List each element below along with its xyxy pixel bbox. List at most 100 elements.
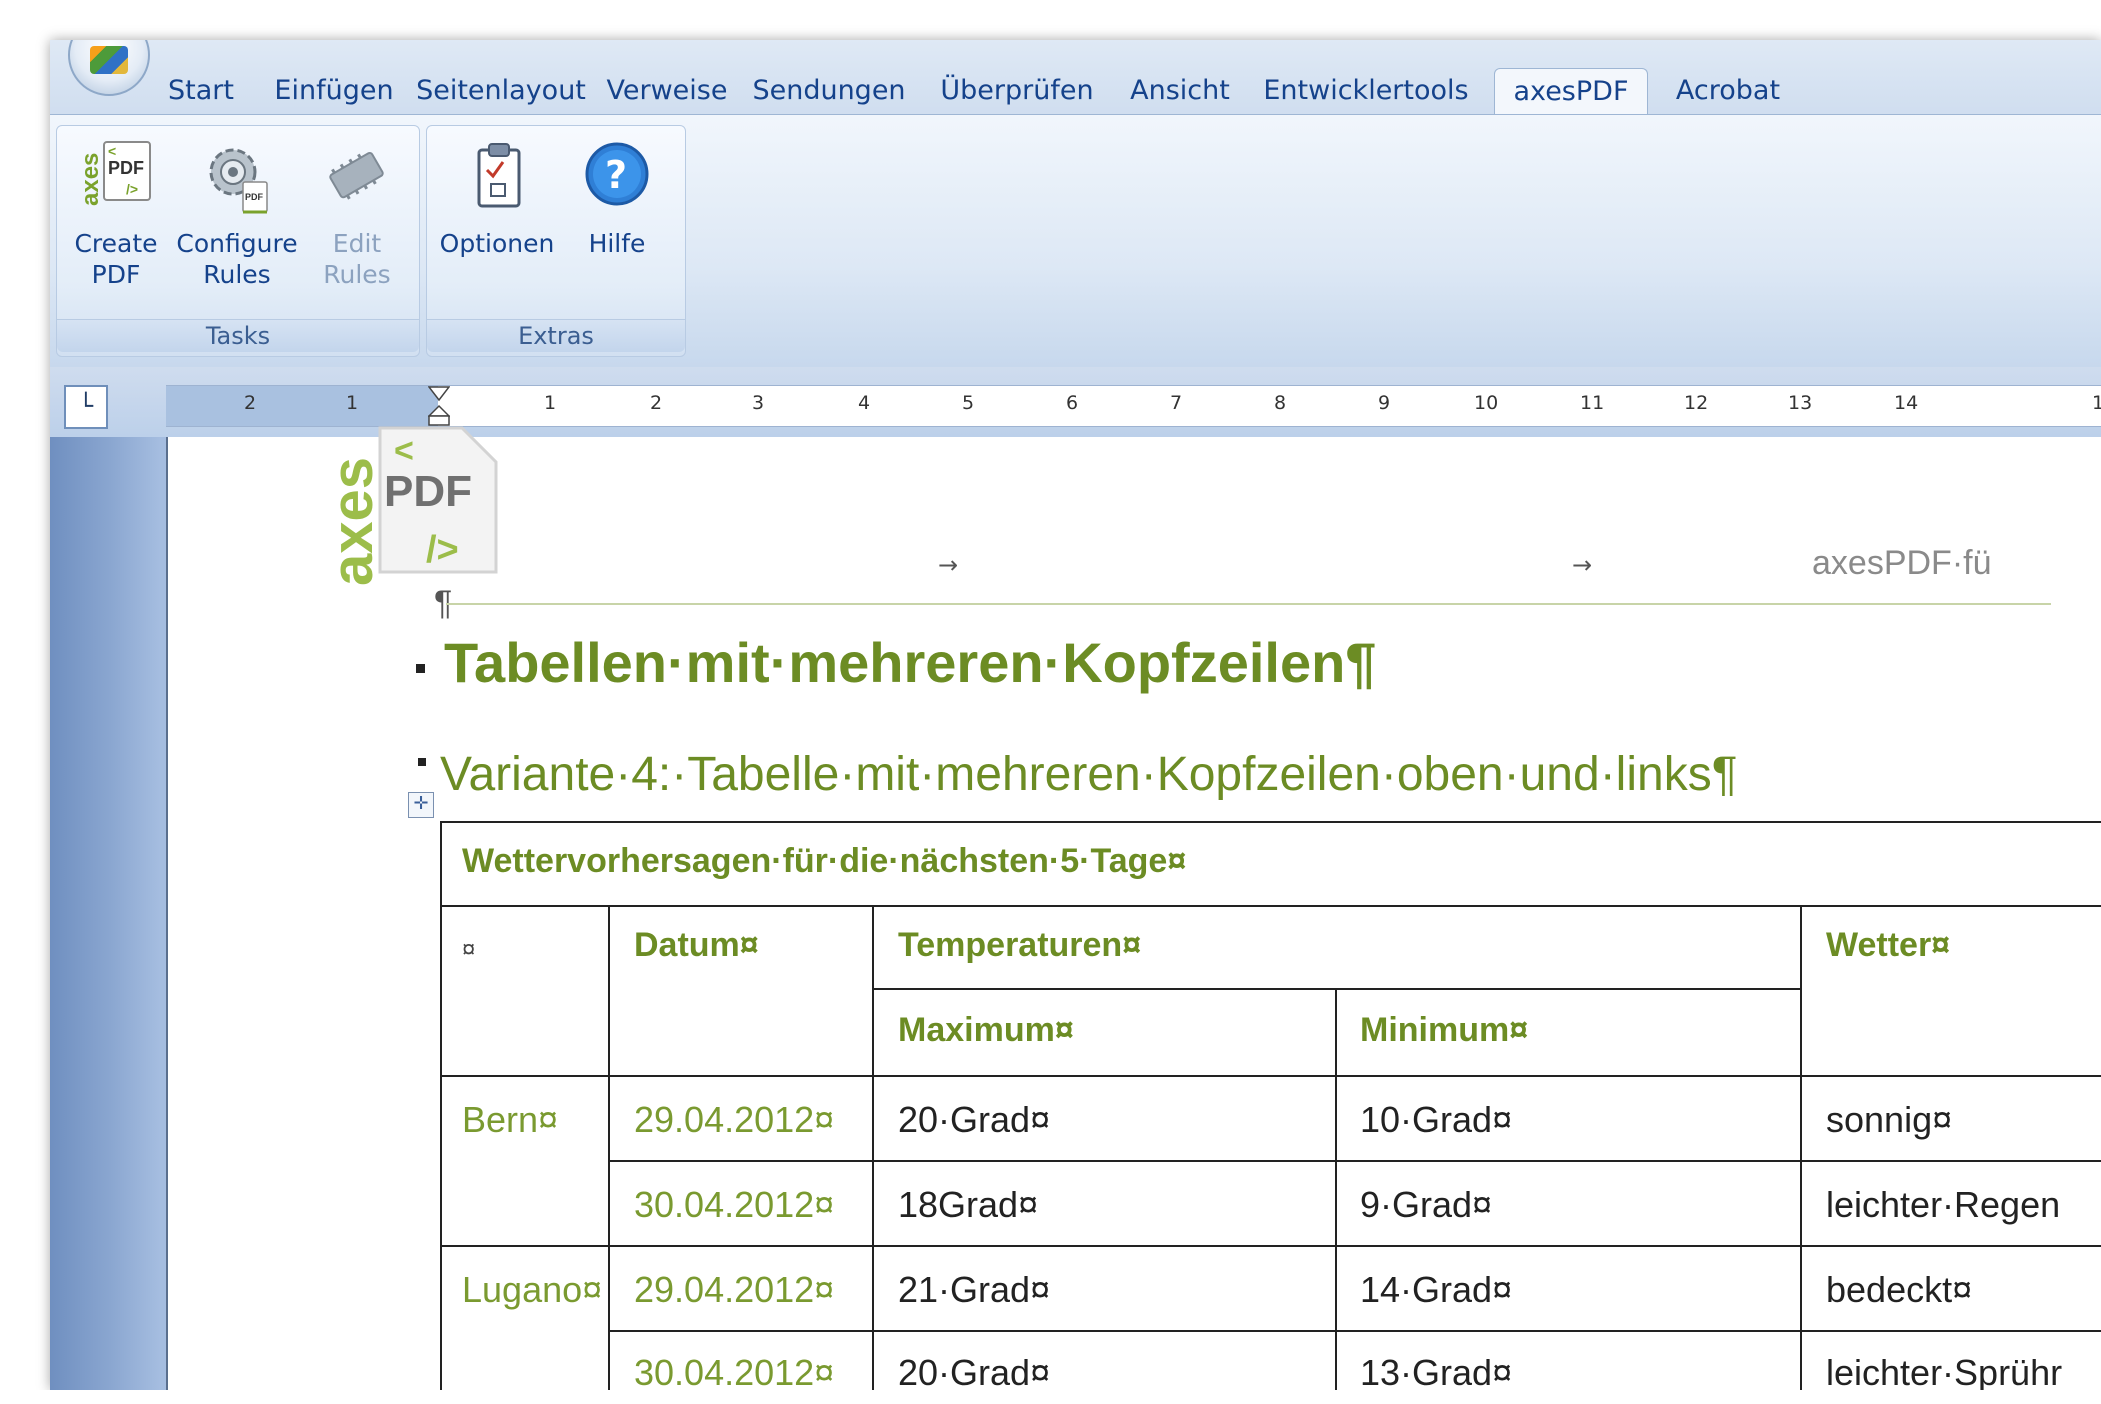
ruler-number: 8 [1274, 392, 1287, 414]
optionen-button[interactable]: Optionen [433, 136, 561, 259]
tab-stop-selector[interactable]: └ [64, 385, 108, 429]
ruler-number: 10 [1474, 392, 1499, 414]
ribbon-tab-bar: Start Einfügen Seitenlayout Verweise Sen… [50, 40, 2101, 118]
table-cell-min: 13·Grad¤ [1360, 1352, 1513, 1393]
table-cell-max: 18Grad¤ [898, 1184, 1039, 1225]
ruler-number: 3 [752, 392, 765, 414]
heading-1[interactable]: Tabellen·mit·mehreren·Kopfzeilen¶ [444, 630, 1376, 695]
table-border [440, 821, 2101, 823]
edit-rules-label-1: Edit [332, 229, 382, 258]
table-cell-date: 29.04.2012¤ [634, 1269, 835, 1310]
column-header-minimum: Minimum¤ [1360, 1011, 1529, 1049]
ribbon-group-label-tasks: Tasks [57, 319, 419, 352]
configure-rules-label-1: Configure [176, 229, 298, 258]
table-border [440, 905, 2101, 907]
table-border [608, 905, 610, 1390]
row-header-city: Bern¤ [462, 1099, 559, 1140]
svg-text:?: ? [605, 153, 627, 197]
tab-start[interactable]: Start [146, 68, 256, 114]
tab-ueberpruefen[interactable]: Überprüfen [926, 68, 1108, 114]
configure-rules-label-2: Rules [203, 260, 271, 289]
column-header-wetter: Wetter¤ [1826, 926, 1951, 964]
table-border [608, 1160, 2101, 1162]
table-move-handle-icon[interactable]: ✛ [408, 792, 434, 818]
ribbon-panel: PDF < /> axes Create PDF PDF Configure R… [50, 114, 2101, 368]
table-cell-min: 9·Grad¤ [1360, 1184, 1493, 1225]
indent-marker-icon[interactable] [428, 386, 450, 426]
tab-mark: → [938, 551, 959, 579]
tab-sendungen[interactable]: Sendungen [744, 68, 914, 114]
table-border [440, 1245, 2101, 1247]
office-logo-icon [90, 46, 128, 74]
tab-verweise[interactable]: Verweise [602, 68, 732, 114]
table-border [872, 905, 874, 1390]
table-cell-wetter: sonnig¤ [1826, 1099, 1953, 1140]
ruler-number: 14 [1894, 392, 1919, 414]
ruler-left-margin [166, 386, 438, 426]
optionen-label: Optionen [439, 229, 555, 258]
table-cell-date: 30.04.2012¤ [634, 1184, 835, 1225]
ruler-number: 12 [1684, 392, 1709, 414]
table-cell-min: 14·Grad¤ [1360, 1269, 1513, 1310]
ruler-number: 6 [1066, 392, 1079, 414]
chip-icon [319, 136, 395, 222]
gear-icon: PDF [199, 136, 275, 222]
table-cell-date: 29.04.2012¤ [634, 1099, 835, 1140]
ribbon-group-extras: Optionen ? Hilfe Extras [426, 125, 686, 357]
paragraph-mark [416, 664, 425, 673]
pdf-document-logo-icon: < PDF /> [378, 426, 498, 574]
ruler-number: 13 [1788, 392, 1813, 414]
table-cell-max: 20·Grad¤ [898, 1352, 1051, 1393]
heading-2[interactable]: Variante·4:·Tabelle·mit·mehreren·Kopfzei… [440, 747, 1737, 802]
document-page[interactable] [166, 437, 2101, 1390]
help-icon: ? [579, 136, 655, 222]
ruler-number: 1 [2092, 392, 2101, 414]
ruler-number: 4 [858, 392, 871, 414]
ruler-number: 5 [962, 392, 975, 414]
tab-ansicht[interactable]: Ansicht [1120, 68, 1240, 114]
header-rule [446, 603, 2051, 605]
create-pdf-button[interactable]: PDF < /> axes Create PDF [63, 136, 169, 290]
edit-rules-button[interactable]: Edit Rules [307, 136, 407, 290]
table-border [440, 1075, 2101, 1077]
row-header-city: Lugano¤ [462, 1269, 603, 1310]
tab-mark: → [1572, 551, 1593, 579]
column-header-datum: Datum¤ [634, 926, 759, 964]
clipboard-checklist-icon [459, 136, 535, 222]
table-corner-cell: ¤ [462, 936, 476, 963]
create-pdf-label-2: PDF [91, 260, 141, 289]
column-header-temperaturen: Temperaturen¤ [898, 926, 1142, 964]
ribbon-group-label-extras: Extras [427, 319, 685, 352]
tab-entwicklertools[interactable]: Entwicklertools [1252, 68, 1480, 114]
horizontal-ruler[interactable]: 2 1 1 2 3 4 5 6 7 8 9 10 11 12 13 14 1 [166, 385, 2101, 427]
table-border [1335, 988, 1337, 1390]
table-cell-wetter: leichter·Regen [1826, 1184, 2061, 1225]
svg-text:/>: /> [126, 181, 138, 197]
ruler-number: 2 [244, 392, 257, 414]
axespdf-logo-icon: PDF < /> axes [77, 136, 154, 222]
tab-axespdf[interactable]: axesPDF [1494, 68, 1648, 115]
table-border [608, 1330, 2101, 1332]
ruler-number: 11 [1580, 392, 1605, 414]
table-cell-max: 21·Grad¤ [898, 1269, 1051, 1310]
paragraph-mark [418, 758, 426, 766]
table-cell-max: 20·Grad¤ [898, 1099, 1051, 1140]
svg-text:PDF: PDF [245, 192, 264, 202]
ruler-number: 1 [544, 392, 557, 414]
ruler-number: 7 [1170, 392, 1183, 414]
svg-text:<: < [108, 143, 116, 159]
table-cell-wetter: bedeckt¤ [1826, 1269, 1973, 1310]
svg-text:axes: axes [78, 153, 104, 206]
svg-text:axes: axes [326, 457, 378, 586]
edit-rules-label-2: Rules [323, 260, 391, 289]
hilfe-button[interactable]: ? Hilfe [565, 136, 669, 259]
word-window: Start Einfügen Seitenlayout Verweise Sen… [50, 40, 2101, 1390]
table-cell-wetter: leichter·Sprühr [1826, 1352, 2063, 1393]
configure-rules-button[interactable]: PDF Configure Rules [169, 136, 305, 290]
tab-einfuegen[interactable]: Einfügen [268, 68, 400, 114]
svg-text:PDF: PDF [384, 467, 472, 516]
tab-acrobat[interactable]: Acrobat [1660, 68, 1796, 114]
tab-seitenlayout[interactable]: Seitenlayout [412, 68, 590, 114]
table-border [1800, 905, 1802, 1390]
axes-logo-wordmark: axes [326, 457, 378, 586]
